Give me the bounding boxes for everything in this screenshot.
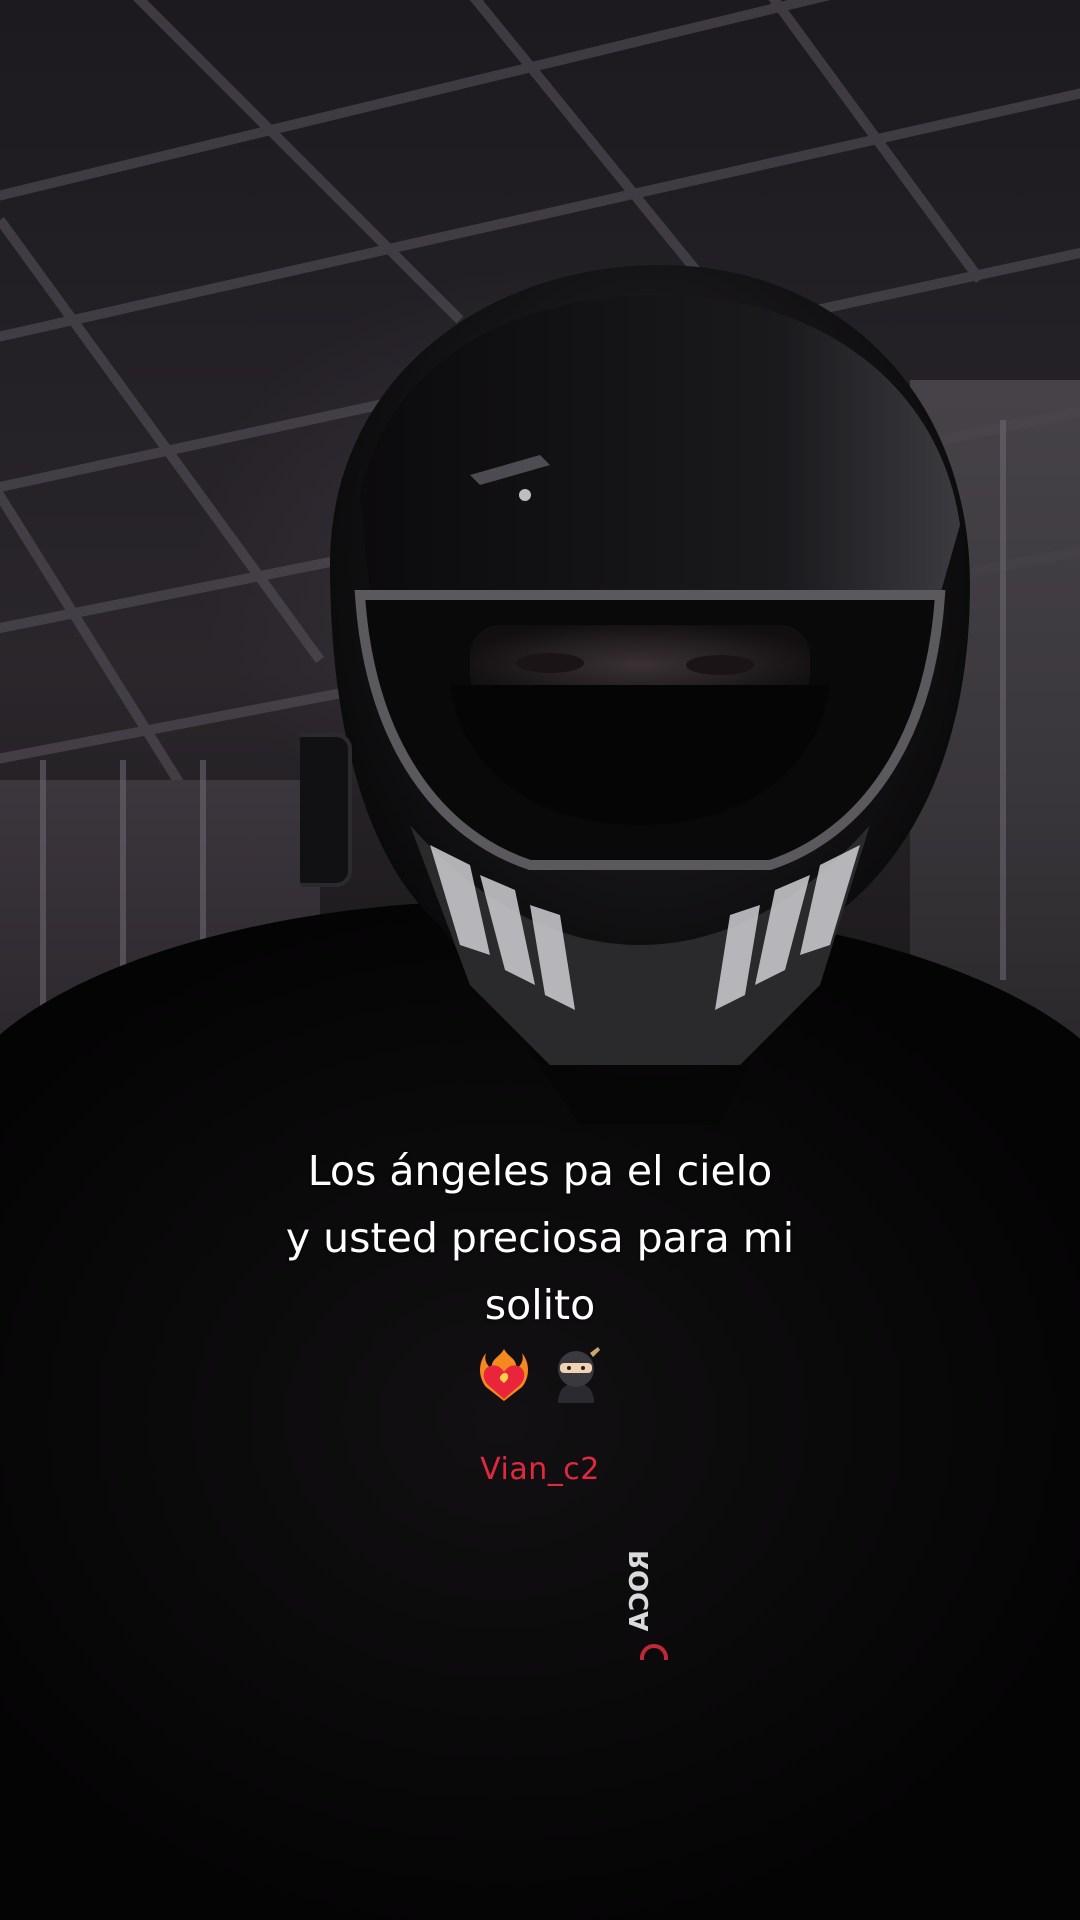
heart-on-fire-icon xyxy=(480,1349,528,1401)
caption: Los ángeles pa el cielo y usted preciosa… xyxy=(0,1138,1080,1403)
caption-emojis xyxy=(0,1347,1080,1403)
caption-line: solito xyxy=(484,1281,596,1329)
ninja-icon xyxy=(558,1347,600,1403)
helmet xyxy=(300,265,970,1125)
glove-brand-logo: ROCA xyxy=(625,1550,668,1660)
caption-line: Los ángeles pa el cielo xyxy=(307,1147,773,1195)
svg-text:ROCA: ROCA xyxy=(625,1550,655,1631)
username[interactable]: Vian_c2 xyxy=(0,1452,1080,1487)
video-frame: Los ángeles pa el cielo y usted preciosa… xyxy=(0,0,1080,1920)
caption-line: y usted preciosa para mi xyxy=(285,1214,795,1262)
railing-bar xyxy=(1000,420,1006,980)
